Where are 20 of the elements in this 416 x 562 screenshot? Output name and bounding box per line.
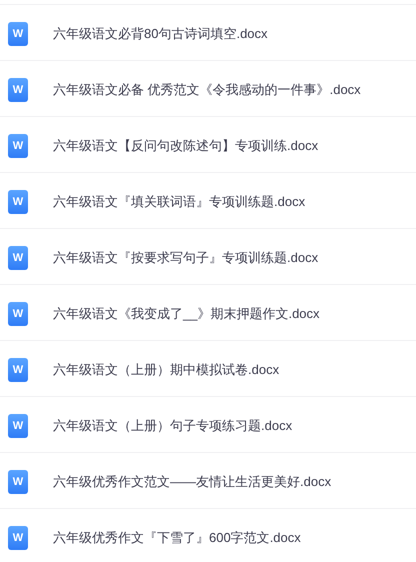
file-name[interactable]: 六年级语文必备 优秀范文《令我感动的一件事》.docx <box>53 80 361 100</box>
document-icon: W <box>8 358 28 382</box>
document-icon: W <box>8 470 28 494</box>
document-icon: W <box>8 246 28 270</box>
document-icon: W <box>8 22 28 46</box>
document-icon: W <box>8 302 28 326</box>
document-icon: W <box>8 414 28 438</box>
file-name[interactable]: 六年级语文（上册）句子专项练习题.docx <box>53 416 292 436</box>
file-name[interactable]: 六年级语文（上册）期中模拟试卷.docx <box>53 360 280 380</box>
file-name[interactable]: 六年级语文《我变成了__》期末押题作文.docx <box>53 304 320 324</box>
document-icon: W <box>8 134 28 158</box>
document-icon: W <box>8 78 28 102</box>
file-name[interactable]: 六年级优秀作文『下雪了』600字范文.docx <box>53 528 301 548</box>
file-name[interactable]: 六年级语文必背80句古诗词填空.docx <box>53 24 268 44</box>
document-icon: W <box>8 190 28 214</box>
file-name[interactable]: 六年级优秀作文范文——友情让生活更美好.docx <box>53 472 332 492</box>
file-name[interactable]: 六年级语文『按要求写句子』专项训练题.docx <box>53 248 318 268</box>
document-icon: W <box>8 526 28 550</box>
file-name[interactable]: 六年级语文【反问句改陈述句】专项训练.docx <box>53 136 318 156</box>
file-name[interactable]: 六年级语文『填关联词语』专项训练题.docx <box>53 192 306 212</box>
